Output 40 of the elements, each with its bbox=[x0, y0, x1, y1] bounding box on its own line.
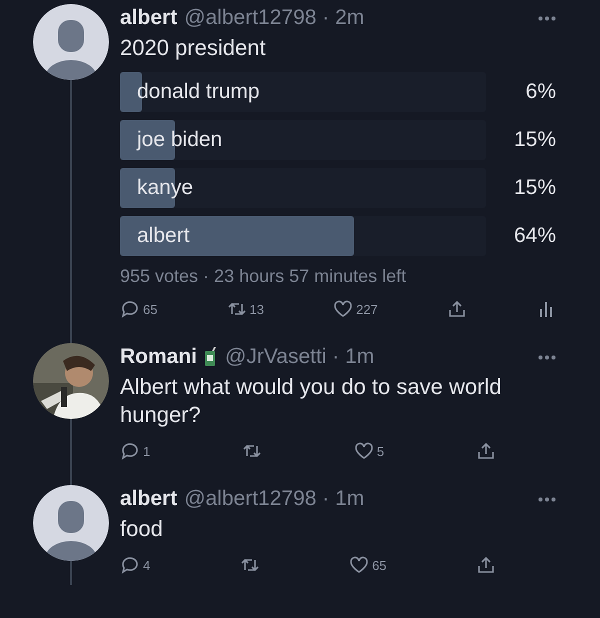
poll-option: albert bbox=[120, 224, 190, 248]
user-name[interactable]: albert bbox=[120, 487, 178, 511]
poll-option: donald trump bbox=[120, 80, 260, 104]
heart-icon bbox=[349, 555, 370, 575]
poll-option: kanye bbox=[120, 176, 194, 200]
like-button[interactable]: 65 bbox=[349, 555, 387, 575]
share-icon bbox=[476, 555, 496, 575]
heart-icon bbox=[354, 441, 374, 461]
share-button[interactable] bbox=[446, 299, 467, 319]
poll-percent: 64% bbox=[512, 224, 556, 248]
like-button[interactable]: 5 bbox=[354, 441, 384, 461]
more-icon[interactable] bbox=[538, 16, 556, 20]
reply-icon bbox=[120, 299, 140, 319]
handle-time: @albert12798 · 2m bbox=[184, 6, 364, 30]
reply-button[interactable]: 1 bbox=[120, 441, 150, 461]
reply-button[interactable]: 65 bbox=[120, 299, 158, 319]
user-name[interactable]: albert bbox=[120, 6, 178, 30]
retweet-button[interactable]: 13 bbox=[226, 299, 264, 319]
like-button[interactable]: 227 bbox=[333, 299, 378, 319]
user-name[interactable]: Romani bbox=[120, 345, 198, 369]
handle-time: @albert12798 · 1m bbox=[184, 487, 364, 511]
poll-option: joe biden bbox=[120, 128, 222, 152]
poll-percent: 15% bbox=[512, 176, 556, 200]
share-icon bbox=[476, 441, 496, 461]
tweet-text: 2020 president bbox=[120, 34, 267, 62]
heart-icon bbox=[333, 299, 354, 319]
tweet-text: Albert what would you do to save world hunger? bbox=[120, 373, 503, 429]
poll-percent: 6% bbox=[524, 80, 556, 104]
tweet-text: food bbox=[120, 515, 164, 543]
share-icon bbox=[446, 299, 467, 319]
poll-summary: 955 votes · 23 hours 57 minutes left bbox=[120, 266, 408, 287]
share-button[interactable] bbox=[476, 555, 496, 575]
more-icon[interactable] bbox=[538, 496, 556, 502]
share-button[interactable] bbox=[476, 441, 496, 461]
poll-percent: 15% bbox=[512, 128, 556, 152]
reply-icon bbox=[120, 555, 140, 575]
reply-button[interactable]: 4 bbox=[120, 555, 150, 575]
handle-time: @JrVasetti · 1m bbox=[225, 345, 374, 369]
more-icon[interactable] bbox=[538, 354, 556, 360]
reply-icon bbox=[120, 441, 140, 461]
